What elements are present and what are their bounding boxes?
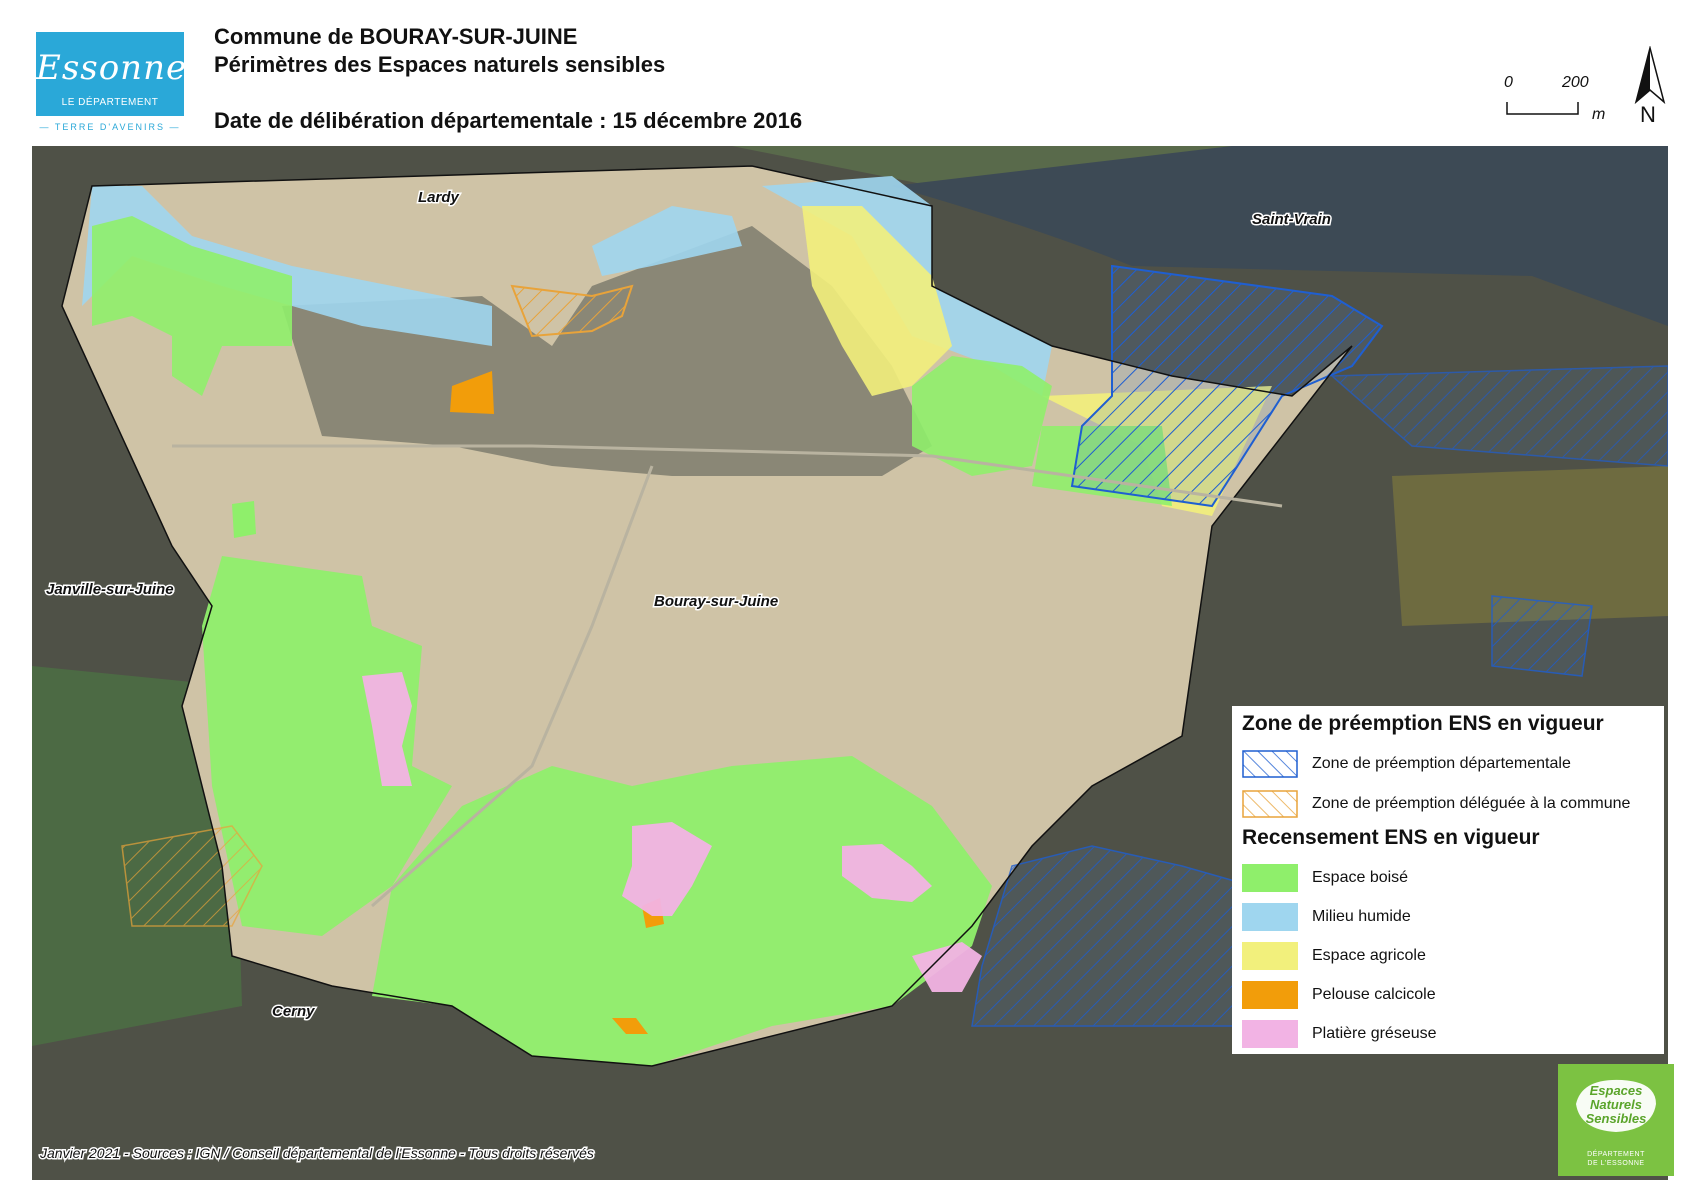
ens-logo: Espaces Naturels Sensibles DÉPARTEMENT D… — [1558, 1064, 1674, 1176]
legend-swatch-woodland — [1242, 864, 1298, 892]
place-janville: Janville-sur-Juine — [46, 581, 174, 598]
ens-department: DÉPARTEMENT DE L'ESSONNE — [1558, 1150, 1674, 1168]
ens-title: Espaces Naturels Sensibles — [1558, 1084, 1674, 1126]
scale-bar: 0 200 m — [1500, 74, 1610, 124]
place-bouray: Bouray-sur-Juine — [654, 593, 778, 610]
ens-title-line-1: Espaces — [1589, 1083, 1643, 1098]
scale-unit: m — [1592, 106, 1606, 123]
ens-department-line-1: DÉPARTEMENT — [1587, 1151, 1645, 1158]
legend-label-preemption-communal: Zone de préemption déléguée à la commune — [1312, 795, 1631, 812]
legend-item-sandstone: Platière gréseuse — [1242, 1020, 1662, 1048]
scale-line — [1506, 102, 1579, 115]
legend-label-agricultural: Espace agricole — [1312, 947, 1426, 964]
essonne-wordmark: Essonne — [36, 48, 188, 88]
ens-department-line-2: DE L'ESSONNE — [1587, 1160, 1645, 1167]
legend-swatch-sandstone — [1242, 1020, 1298, 1048]
map-footer-sources: Janvier 2021 - Sources : IGN / Conseil d… — [39, 1145, 594, 1161]
preemption-departmental-far-east — [1491, 595, 1593, 677]
map-subtitle: Périmètres des Espaces naturels sensible… — [214, 52, 666, 77]
legend-item-woodland: Espace boisé — [1242, 864, 1662, 892]
legend-item-wetland: Milieu humide — [1242, 903, 1662, 931]
legend-swatch-calcareous — [1242, 981, 1298, 1009]
legend-swatch-agricultural — [1242, 942, 1298, 970]
legend-swatch-wetland — [1242, 903, 1298, 931]
ens-title-line-3: Sensibles — [1585, 1111, 1647, 1126]
north-arrow: N — [1630, 45, 1670, 128]
place-cerny: Cerny — [272, 1003, 315, 1020]
legend-label-sandstone: Platière gréseuse — [1312, 1025, 1437, 1042]
legend-census-title: Recensement ENS en vigueur — [1242, 826, 1540, 849]
place-lardy: Lardy — [418, 189, 460, 206]
map-legend: Zone de préemption ENS en vigueur Zone d… — [1232, 706, 1664, 1054]
woodland-small-patch — [232, 501, 256, 538]
legend-item-calcareous: Pelouse calcicole — [1242, 981, 1662, 1009]
legend-label-preemption-departmental: Zone de préemption départementale — [1312, 755, 1571, 772]
essonne-tagline: — TERRE D'AVENIRS — — [39, 122, 181, 132]
legend-label-wetland: Milieu humide — [1312, 908, 1411, 925]
legend-item-preemption-departmental: Zone de préemption départementale — [1242, 750, 1662, 778]
legend-swatch-blue-hatch — [1242, 750, 1298, 778]
legend-preemption-title: Zone de préemption ENS en vigueur — [1242, 712, 1604, 735]
ens-title-line-2: Naturels — [1589, 1097, 1643, 1112]
essonne-logo: Essonne LE DÉPARTEMENT — TERRE D'AVENIRS… — [36, 32, 188, 132]
legend-label-calcareous: Pelouse calcicole — [1312, 986, 1436, 1003]
legend-item-preemption-communal: Zone de préemption déléguée à la commune — [1242, 790, 1662, 818]
essonne-logo-subtitle: LE DÉPARTEMENT — [61, 97, 159, 108]
essonne-logo-box: Essonne LE DÉPARTEMENT — [36, 32, 188, 116]
scale-start-label: 0 — [1504, 74, 1513, 91]
deliberation-date: Date de délibération départementale : 15… — [214, 108, 803, 133]
legend-label-woodland: Espace boisé — [1312, 869, 1409, 886]
north-label: N — [1640, 102, 1656, 127]
north-arrow-icon — [1634, 45, 1666, 105]
legend-item-agricultural: Espace agricole — [1242, 942, 1662, 970]
scale-end-label: 200 — [1562, 74, 1589, 91]
place-saint-vrain: Saint-Vrain — [1252, 211, 1331, 228]
legend-swatch-orange-hatch — [1242, 790, 1298, 818]
commune-title: Commune de BOURAY-SUR-JUINE — [214, 24, 578, 49]
